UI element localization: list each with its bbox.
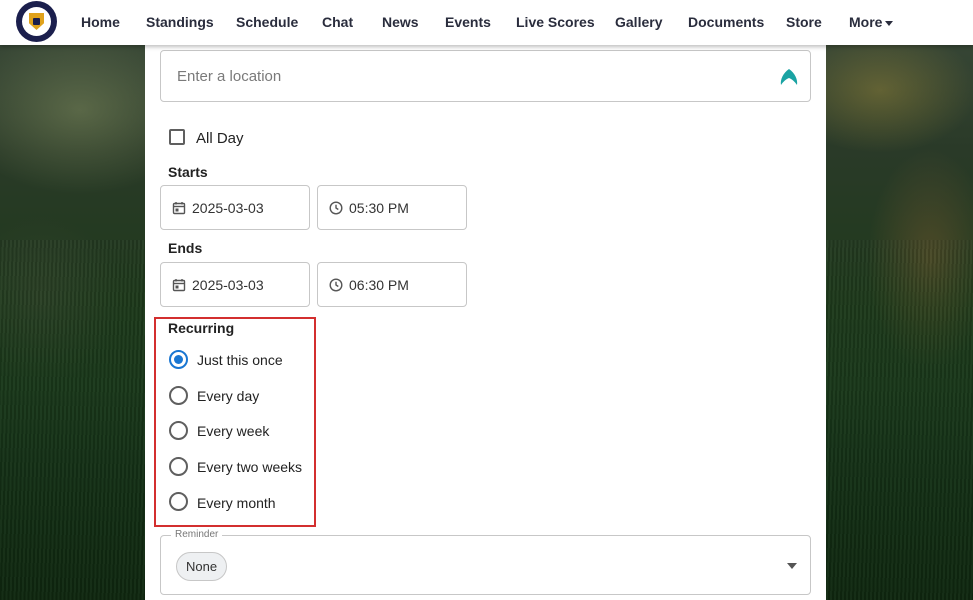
nav-more[interactable]: More [849, 14, 894, 30]
nav-documents[interactable]: Documents [688, 14, 764, 30]
starts-label: Starts [168, 164, 208, 180]
reminder-chip[interactable]: None [176, 552, 228, 581]
clock-icon [329, 201, 343, 215]
radio-label-every-day[interactable]: Every day [197, 388, 259, 404]
location-placeholder: Enter a location [177, 68, 282, 85]
calendar-icon [172, 279, 186, 292]
nav-chat[interactable]: Chat [322, 14, 353, 30]
top-navbar: Home Standings Schedule Chat News Events… [0, 0, 973, 45]
nav-gallery[interactable]: Gallery [615, 14, 662, 30]
chevron-down-icon[interactable] [787, 563, 797, 569]
caret-down-icon [885, 20, 894, 26]
nav-events[interactable]: Events [445, 14, 491, 30]
radio-every-day[interactable] [169, 386, 188, 405]
radio-every-month[interactable] [169, 492, 188, 511]
end-date-field[interactable]: 2025-03-03 [160, 262, 310, 307]
calendar-icon [172, 202, 186, 215]
nav-home[interactable]: Home [81, 14, 120, 30]
nav-schedule[interactable]: Schedule [236, 14, 298, 30]
nav-news[interactable]: News [382, 14, 419, 30]
start-date-field[interactable]: 2025-03-03 [160, 185, 310, 230]
all-day-label: All Day [196, 130, 244, 147]
event-form-panel: Enter a location All Day Starts 2025-03-… [145, 45, 826, 600]
radio-label-every-two-weeks[interactable]: Every two weeks [197, 459, 302, 475]
radio-label-every-week[interactable]: Every week [197, 423, 269, 439]
reminder-select[interactable]: Reminder None [160, 529, 811, 595]
ends-label: Ends [168, 240, 203, 256]
radio-every-week[interactable] [169, 421, 188, 440]
end-time-field[interactable]: 06:30 PM [317, 262, 467, 307]
all-day-checkbox[interactable] [169, 129, 185, 145]
radio-just-this-once[interactable] [169, 350, 188, 369]
radio-label-just-this-once[interactable]: Just this once [197, 352, 283, 368]
start-time-field[interactable]: 05:30 PM [317, 185, 467, 230]
logo-crest [22, 7, 51, 36]
clock-icon [329, 278, 343, 292]
recurring-label: Recurring [168, 320, 235, 336]
club-logo[interactable] [16, 1, 57, 42]
start-time-value: 05:30 PM [349, 200, 409, 216]
navigation-icon[interactable] [779, 67, 799, 87]
nav-more-label: More [849, 14, 883, 30]
radio-every-two-weeks[interactable] [169, 457, 188, 476]
nav-store[interactable]: Store [786, 14, 822, 30]
nav-standings[interactable]: Standings [146, 14, 214, 30]
radio-label-every-month[interactable]: Every month [197, 495, 276, 511]
reminder-label: Reminder [171, 529, 223, 541]
location-field[interactable]: Enter a location [160, 50, 811, 102]
end-time-value: 06:30 PM [349, 277, 409, 293]
start-date-value: 2025-03-03 [192, 200, 264, 216]
end-date-value: 2025-03-03 [192, 277, 264, 293]
shield-icon [29, 13, 44, 30]
nav-live-scores[interactable]: Live Scores [516, 14, 595, 30]
